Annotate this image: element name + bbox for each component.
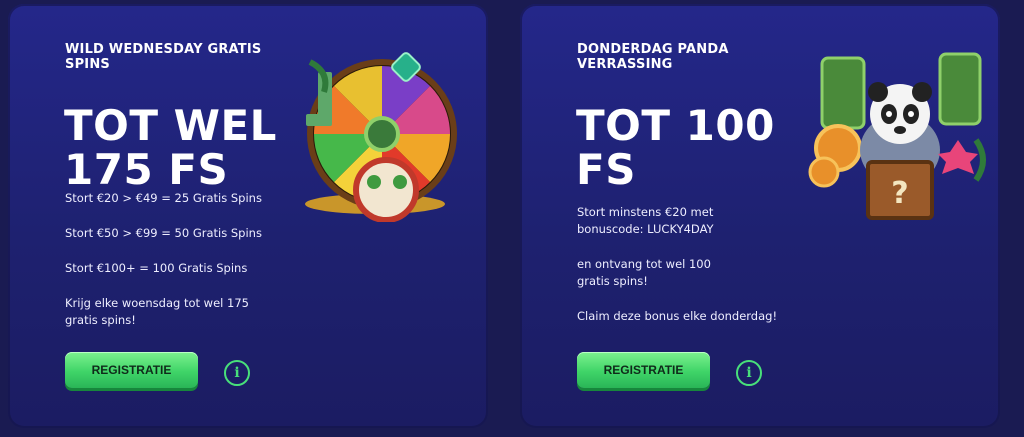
card-details: Stort €20 > €49 = 25 Gratis Spins Stort … (65, 190, 305, 347)
detail-line: Claim deze bonus elke donderdag! (577, 309, 778, 323)
card-amount: TOT 100 FS (576, 104, 796, 192)
amount-line-2: FS (576, 145, 636, 194)
amount-line-1: TOT WEL (64, 101, 277, 150)
amount-line-1: TOT 100 (576, 101, 775, 150)
detail-line: Stort €100+ = 100 Gratis Spins (65, 261, 248, 275)
svg-text:?: ? (891, 176, 908, 211)
promo-card-donderdag-panda: DONDERDAG PANDA VERRASSING TOT 100 FS St… (520, 4, 1000, 428)
info-icon[interactable]: i (736, 360, 762, 386)
card-amount: TOT WEL 175 FS (64, 104, 284, 192)
amount-line-2: 175 FS (64, 145, 229, 194)
registratie-button[interactable]: REGISTRATIE (577, 352, 710, 388)
detail-line: Stort €50 > €99 = 50 Gratis Spins (65, 226, 262, 240)
panda-illustration-icon: ? (808, 52, 986, 220)
card-details: Stort minstens €20 met bonuscode: LUCKY4… (577, 204, 817, 343)
card-title: WILD WEDNESDAY GRATIS SPINS (65, 42, 262, 72)
registratie-button[interactable]: REGISTRATIE (65, 352, 198, 388)
info-icon[interactable]: i (224, 360, 250, 386)
card-title: DONDERDAG PANDA VERRASSING (577, 42, 729, 72)
detail-line: en ontvang tot wel 100 gratis spins! (577, 257, 711, 288)
detail-line: Krijg elke woensdag tot wel 175 gratis s… (65, 296, 249, 327)
detail-line: Stort minstens €20 met bonuscode: LUCKY4… (577, 205, 714, 236)
wheel-illustration-icon (305, 52, 457, 222)
detail-line: Stort €20 > €49 = 25 Gratis Spins (65, 191, 262, 205)
promo-card-wild-wednesday: WILD WEDNESDAY GRATIS SPINS TOT WEL 175 … (8, 4, 488, 428)
